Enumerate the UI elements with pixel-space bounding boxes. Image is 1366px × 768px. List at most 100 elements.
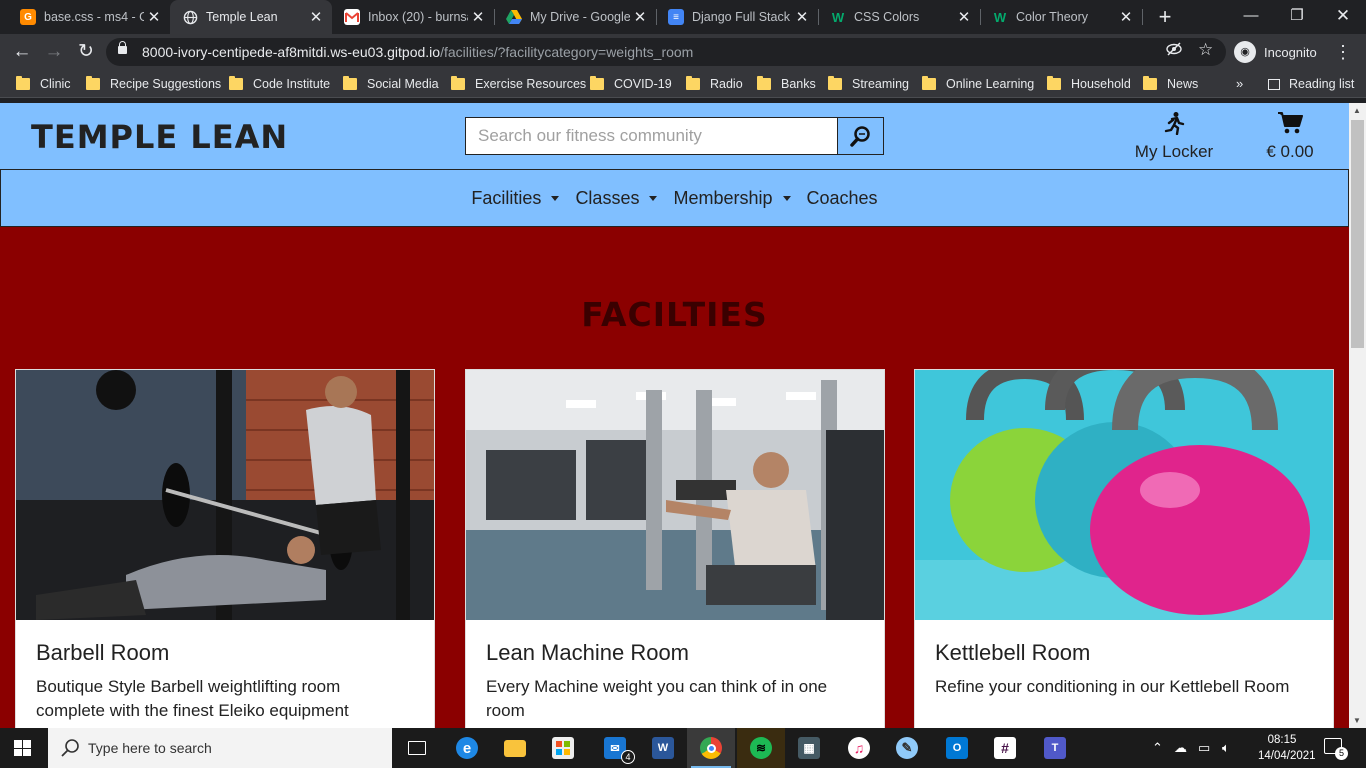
bookmark-folder[interactable]: Social Media: [343, 70, 439, 98]
menu-kebab-icon[interactable]: ⋮: [1334, 38, 1352, 66]
file-explorer-app[interactable]: [491, 728, 539, 768]
bookmark-folder[interactable]: News: [1143, 70, 1198, 98]
bookmark-folder[interactable]: Code Institute: [229, 70, 330, 98]
page-scrollbar[interactable]: ▲ ▼: [1349, 103, 1366, 728]
lock-icon[interactable]: [118, 41, 127, 54]
bookmark-folder[interactable]: Streaming: [828, 70, 909, 98]
site-logo[interactable]: TEMPLE LEAN: [31, 118, 288, 156]
bookmark-folder[interactable]: COVID-19: [590, 70, 672, 98]
tab-django-doc[interactable]: ≡ Django Full Stack I ✕: [656, 0, 818, 34]
google-drive-icon: [506, 9, 522, 25]
folder-icon: [451, 76, 465, 90]
folder-icon: [686, 76, 700, 90]
mail-badge: 4: [621, 750, 635, 764]
bookmark-folder[interactable]: Household: [1047, 70, 1131, 98]
caret-down-icon: [551, 195, 560, 201]
tab-title: Temple Lean: [206, 10, 278, 24]
nav-membership[interactable]: Membership: [673, 188, 791, 209]
close-tab-icon[interactable]: ✕: [468, 8, 488, 26]
google-docs-icon: ≡: [668, 9, 684, 25]
card-title[interactable]: Kettlebell Room: [935, 640, 1090, 666]
facility-card-lean-machine[interactable]: Lean Machine Room Every Machine weight y…: [465, 369, 885, 728]
word-app[interactable]: W: [639, 728, 687, 768]
tab-google-drive[interactable]: My Drive - Google ✕: [494, 0, 656, 34]
tab-gmail[interactable]: Inbox (20) - burnsa ✕: [332, 0, 494, 34]
close-tab-icon[interactable]: ✕: [630, 8, 650, 26]
paint-app[interactable]: ✎: [883, 728, 931, 768]
reading-list-button[interactable]: Reading list: [1268, 70, 1354, 98]
close-tab-icon[interactable]: ✕: [1116, 8, 1136, 26]
tray-chevron-up-icon[interactable]: ⌃: [1152, 740, 1163, 756]
tab-color-theory[interactable]: W Color Theory ✕: [980, 0, 1142, 34]
folder-icon: [757, 76, 771, 90]
calculator-app[interactable]: ▦: [785, 728, 833, 768]
folder-icon: [590, 76, 604, 90]
tab-css-colors[interactable]: W CSS Colors ✕: [818, 0, 980, 34]
taskbar-search-box[interactable]: Type here to search: [48, 728, 392, 768]
close-tab-icon[interactable]: ✕: [306, 8, 326, 26]
scroll-down-arrow-icon[interactable]: ▼: [1353, 716, 1361, 725]
spotify-app[interactable]: ≋: [737, 728, 785, 768]
reload-button[interactable]: ↻: [72, 38, 100, 66]
mail-app[interactable]: ✉ 4: [591, 728, 639, 768]
task-view-button[interactable]: [393, 728, 441, 768]
close-tab-icon[interactable]: ✕: [792, 8, 812, 26]
my-locker-link[interactable]: My Locker: [1128, 111, 1220, 162]
new-tab-button[interactable]: +: [1154, 4, 1176, 30]
bookmark-folder[interactable]: Recipe Suggestions: [86, 70, 221, 98]
tab-base-css[interactable]: G base.css - ms4 - Gi ✕: [8, 0, 170, 34]
cart-link[interactable]: € 0.00: [1258, 111, 1322, 162]
barbell-room-photo[interactable]: [16, 370, 434, 620]
url-text[interactable]: 8000-ivory-centipede-af8mitdi.ws-eu03.gi…: [142, 44, 693, 60]
teams-app[interactable]: T: [1031, 728, 1079, 768]
word-icon: W: [652, 737, 674, 759]
bookmark-folder[interactable]: Radio: [686, 70, 743, 98]
facility-card-barbell[interactable]: Barbell Room Boutique Style Barbell weig…: [15, 369, 435, 728]
facility-card-kettlebell[interactable]: Kettlebell Room Refine your conditioning…: [914, 369, 1334, 728]
store-app[interactable]: [539, 728, 587, 768]
slack-app[interactable]: #: [981, 728, 1029, 768]
globe-icon: [182, 9, 198, 25]
reading-list-label: Reading list: [1289, 77, 1355, 91]
nav-facilities[interactable]: Facilities: [471, 188, 560, 209]
cart-total: € 0.00: [1266, 142, 1314, 161]
card-title[interactable]: Lean Machine Room: [486, 640, 689, 666]
bookmark-star-icon[interactable]: ☆: [1198, 40, 1213, 60]
kettlebell-photo[interactable]: [915, 370, 1333, 620]
windows-start-icon[interactable]: [14, 740, 31, 756]
bookmark-folder[interactable]: Exercise Resources: [451, 70, 586, 98]
bookmark-folder[interactable]: Banks: [757, 70, 816, 98]
onedrive-cloud-icon[interactable]: ☁: [1174, 740, 1187, 756]
system-clock[interactable]: 08:15 14/04/2021: [1258, 732, 1316, 764]
volume-icon[interactable]: 🔈︎: [1222, 740, 1230, 756]
close-tab-icon[interactable]: ✕: [144, 8, 164, 26]
address-bar[interactable]: 8000-ivory-centipede-af8mitdi.ws-eu03.gi…: [106, 38, 1226, 66]
bookmarks-overflow-button[interactable]: »: [1236, 70, 1243, 98]
minimize-button[interactable]: —: [1228, 0, 1274, 34]
machine-room-photo[interactable]: [466, 370, 884, 620]
eye-off-icon[interactable]: [1166, 42, 1182, 60]
scroll-up-arrow-icon[interactable]: ▲: [1353, 106, 1361, 115]
forward-button[interactable]: →: [40, 38, 68, 66]
battery-icon[interactable]: ▭: [1198, 740, 1210, 756]
edge-app[interactable]: e: [443, 728, 491, 768]
nav-classes[interactable]: Classes: [575, 188, 658, 209]
taskbar-search-placeholder: Type here to search: [88, 740, 212, 756]
chrome-app[interactable]: [687, 728, 735, 768]
nav-coaches[interactable]: Coaches: [807, 188, 878, 209]
close-window-button[interactable]: ✕: [1320, 0, 1366, 34]
tab-temple-lean[interactable]: Temple Lean ✕: [170, 0, 332, 34]
close-tab-icon[interactable]: ✕: [954, 8, 974, 26]
incognito-profile[interactable]: ◉ Incognito: [1234, 38, 1317, 66]
bookmark-folder[interactable]: Clinic: [16, 70, 71, 98]
bookmark-folder[interactable]: Online Learning: [922, 70, 1034, 98]
outlook-app[interactable]: O: [933, 728, 981, 768]
search-input[interactable]: [466, 118, 838, 154]
restore-button[interactable]: ❐: [1274, 0, 1320, 34]
search-button[interactable]: [838, 118, 883, 154]
back-button[interactable]: ←: [8, 38, 36, 66]
card-title[interactable]: Barbell Room: [36, 640, 169, 666]
scrollbar-thumb[interactable]: [1351, 120, 1364, 348]
notification-center-icon[interactable]: 5: [1324, 738, 1348, 760]
itunes-app[interactable]: ♫: [835, 728, 883, 768]
